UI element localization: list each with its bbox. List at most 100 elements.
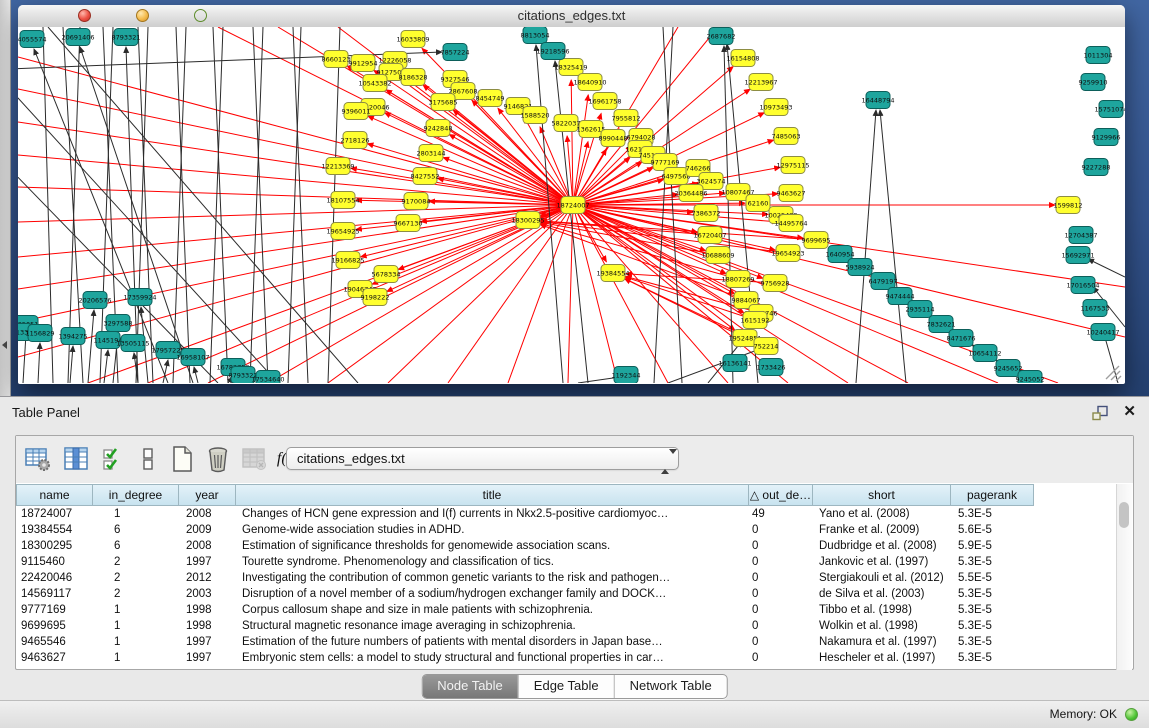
network-node[interactable]: 19654925 [326,223,359,240]
table-row[interactable]: 1830029562008Estimation of significance … [16,538,1118,554]
network-node[interactable]: 9259910 [1079,74,1108,91]
network-node[interactable]: 12975115 [776,157,809,174]
network-node[interactable]: 19166825 [331,252,364,269]
network-node[interactable]: 8427552 [411,168,440,185]
table-source-select[interactable]: citations_edges.txt [286,447,679,470]
network-node[interactable]: 12213369 [321,158,354,175]
network-node[interactable]: 3175685 [429,94,458,111]
network-node[interactable]: 5678334 [372,266,401,283]
network-node[interactable]: 9245052 [1016,371,1045,384]
column-header-in_degree[interactable]: in_degree [93,484,179,506]
network-node[interactable]: 10654112 [968,345,1001,362]
network-node[interactable]: 7386372 [692,205,721,222]
network-node[interactable]: 18724007 [556,197,589,214]
tab-network-table[interactable]: Network Table [615,675,727,698]
network-node[interactable]: 7955812 [612,110,641,127]
network-node[interactable]: 2687682 [707,28,736,45]
table-row[interactable]: 946554611997Estimation of the future num… [16,634,1118,650]
network-node[interactable]: 9198222 [361,289,390,306]
column-header-short[interactable]: short [813,484,951,506]
network-node[interactable]: 20206576 [78,292,111,309]
network-node[interactable]: 2718126 [341,132,370,149]
window-titlebar[interactable]: citations_edges.txt [18,5,1125,28]
network-node[interactable]: 18640910 [573,74,606,91]
table-row[interactable]: 1938455462009Genome-wide association stu… [16,522,1118,538]
network-node[interactable]: 12704387 [1064,227,1097,244]
table-row[interactable]: 1872400712008Changes of HCN gene express… [16,506,1118,522]
network-node[interactable]: 16136141 [718,355,751,372]
panel-collapse-arrow[interactable] [2,341,7,349]
network-node[interactable]: 8793321 [112,29,141,46]
table-row[interactable]: 1456911722003Disruption of a novel membe… [16,586,1118,602]
table-mode-icon[interactable] [24,445,52,473]
network-node[interactable]: 18807269 [721,271,754,288]
network-node[interactable]: 1156829 [26,325,55,342]
table-row[interactable]: 911546021997Tourette syndrome. Phenomeno… [16,554,1118,570]
network-node[interactable]: 15751074 [1094,101,1125,118]
column-header-pagerank[interactable]: pagerank [951,484,1034,506]
network-node[interactable]: 1394275 [59,328,88,345]
network-node[interactable]: 8990448 [599,130,628,147]
network-node[interactable]: 6479197 [869,273,898,290]
network-node[interactable]: 8471676 [947,330,976,347]
network-view[interactable]: 1872400786601239912954122260589127503105… [18,27,1125,383]
network-node[interactable]: 9170084 [402,193,431,210]
network-node[interactable]: 20691406 [61,29,94,46]
table-row[interactable]: 977716911998Corpus callosum shape and si… [16,602,1118,618]
column-header-year[interactable]: year [179,484,236,506]
network-node[interactable]: 3297588 [104,315,133,332]
table-row[interactable]: 2242004622012Investigating the contribut… [16,570,1118,586]
scrollbar-thumb[interactable] [1119,502,1129,528]
network-node[interactable]: 19654923 [771,245,804,262]
network-node[interactable]: 16033809 [396,31,429,48]
network-node[interactable]: 19384554 [596,265,629,282]
network-node[interactable]: 9227288 [1082,159,1111,176]
show-rows-icon[interactable] [134,445,162,473]
tab-edge-table[interactable]: Edge Table [519,675,615,698]
network-node[interactable]: 9699695 [802,232,831,249]
network-node[interactable]: 9912954 [349,55,378,72]
network-node[interactable]: 9129966 [1092,129,1121,146]
side-collapse-strip[interactable] [0,0,11,396]
column-header-name[interactable]: name [16,484,93,506]
delete-table-icon[interactable] [240,445,268,473]
network-node[interactable]: 1588520 [521,107,550,124]
network-node[interactable]: 16961758 [588,93,621,110]
network-node[interactable]: 10543382 [358,75,391,92]
network-node[interactable]: 15692971 [1061,247,1094,264]
column-header-out_degree[interactable]: △ out_de… [749,484,813,506]
delete-column-icon[interactable] [204,445,232,473]
network-node[interactable]: 9756928 [761,275,790,292]
network-node[interactable]: 9463627 [777,185,806,202]
network-node[interactable]: 16720407 [693,227,726,244]
network-window[interactable]: citations_edges.txt 18724007 866012399129… [18,5,1125,384]
network-node[interactable]: 8813054 [521,27,550,44]
show-columns-icon[interactable] [62,445,90,473]
network-node[interactable]: 62160 [746,195,770,212]
network-node[interactable]: 18300295 [511,212,544,229]
network-node[interactable]: 19218596 [536,43,569,60]
network-node[interactable]: 10973493 [759,99,792,116]
network-node[interactable]: 2935114 [906,301,935,318]
network-node[interactable]: 4055574 [18,31,46,48]
network-node[interactable]: 9396011 [342,103,371,120]
new-column-icon[interactable] [168,445,196,473]
network-node[interactable]: 7485063 [772,128,801,145]
network-node[interactable]: 10240417 [1086,324,1119,341]
float-panel-icon[interactable] [1091,405,1109,421]
network-node[interactable]: 8660123 [322,51,351,68]
network-node[interactable]: 20364486 [674,185,707,202]
network-node[interactable]: 7857224 [441,44,470,61]
network-node[interactable]: 1192344 [612,367,641,384]
network-node[interactable]: 18325419 [554,59,587,76]
network-node[interactable]: 10688609 [701,247,734,264]
network-node[interactable]: 18107554 [326,192,359,209]
network-node[interactable]: 17016504 [1066,277,1099,294]
network-canvas[interactable]: 1872400786601239912954122260589127503105… [18,27,1125,383]
column-header-title[interactable]: title [236,484,749,506]
network-node[interactable]: 17534640 [251,371,284,384]
network-node[interactable]: 13505115 [116,335,149,352]
network-node[interactable]: 1733426 [757,359,786,376]
network-node[interactable]: 2803144 [417,145,446,162]
network-node[interactable]: 752214 [754,338,779,355]
